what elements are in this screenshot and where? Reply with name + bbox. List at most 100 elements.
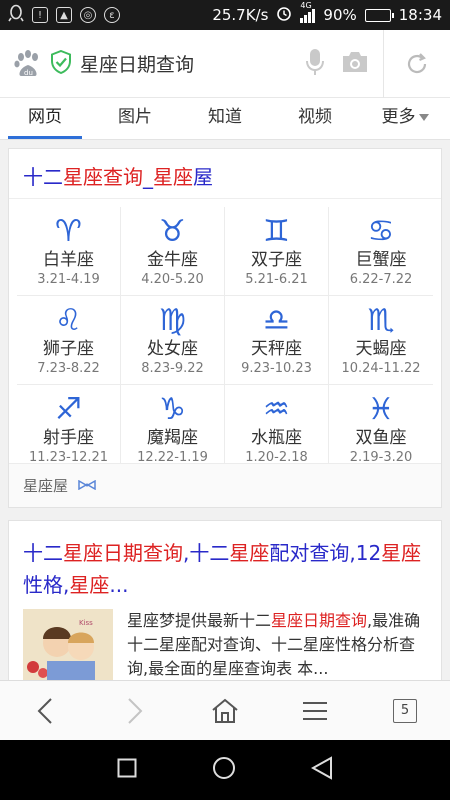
bow-tie-icon (78, 478, 96, 494)
browser-toolbar: 5 (0, 680, 450, 740)
qq-icon (8, 4, 24, 26)
tab-count: 5 (393, 698, 417, 723)
snippet-part: 星座梦提供最新十二 (127, 611, 272, 630)
title-highlight: 星座日期查询 (63, 541, 183, 565)
title-part: 屋 (193, 165, 213, 189)
source-name: 星座屋 (23, 477, 69, 495)
tab-zhidao[interactable]: 知道 (180, 98, 270, 139)
security-shield-icon (50, 49, 72, 78)
title-part: _ (143, 165, 153, 189)
zodiac-name: 天蝎座 (355, 339, 407, 359)
tab-images-label: 图片 (118, 107, 152, 127)
result-thumbnail[interactable]: Kiss (23, 609, 113, 680)
forward-button[interactable] (90, 681, 180, 741)
baidu-paw-icon[interactable]: du (12, 48, 44, 80)
result-source[interactable]: 星座屋 (9, 463, 441, 507)
result-card-zodiac: 十二星座查询_星座屋 ♈ 白羊座 3.21-4.19 ♉ 金牛座 4.20-5.20 ♊… (8, 148, 442, 508)
zodiac-name: 双鱼座 (355, 428, 407, 448)
home-button[interactable] (180, 681, 270, 741)
zodiac-name: 双子座 (251, 250, 302, 270)
result-title[interactable]: 十二星座查询_星座屋 (9, 149, 441, 199)
zodiac-cell-taurus[interactable]: ♉ 金牛座 4.20-5.20 (121, 207, 225, 296)
zodiac-grid: ♈ 白羊座 3.21-4.19 ♉ 金牛座 4.20-5.20 ♊ 双子座 5.21-6.2… (9, 199, 441, 474)
aries-icon: ♈ (55, 214, 82, 249)
zodiac-dates: 3.21-4.19 (37, 272, 100, 287)
title-highlight: 星座 (69, 573, 110, 597)
zodiac-cell-cancer[interactable]: ♋ 巨蟹座 6.22-7.22 (329, 207, 433, 296)
snippet-highlight: 星座日期查询 (271, 611, 368, 630)
zodiac-name: 魔羯座 (147, 428, 198, 448)
camera-icon[interactable] (341, 51, 369, 77)
title-part: 性格, (23, 573, 70, 597)
tab-video[interactable]: 视频 (270, 98, 360, 139)
zodiac-dates: 8.23-9.22 (141, 361, 204, 376)
title-part: 十二 (23, 541, 63, 565)
svg-text:Kiss: Kiss (79, 619, 93, 627)
refresh-button[interactable] (384, 30, 450, 98)
recent-apps-button[interactable] (117, 758, 137, 782)
zodiac-cell-capricorn[interactable]: ♑ 魔羯座 12.22-1.19 (121, 385, 225, 474)
menu-button[interactable] (270, 681, 360, 741)
zodiac-dates: 4.20-5.20 (141, 272, 204, 287)
refresh-icon (407, 52, 427, 73)
home-icon (212, 698, 238, 723)
tab-more[interactable]: 更多 (360, 98, 450, 139)
zodiac-dates: 10.24-11.22 (341, 361, 421, 376)
zodiac-dates: 6.22-7.22 (349, 272, 413, 287)
results-area: 十二星座查询_星座屋 ♈ 白羊座 3.21-4.19 ♉ 金牛座 4.20-5.20 ♊… (0, 140, 450, 680)
taurus-icon: ♉ (159, 214, 186, 249)
square-icon (117, 758, 137, 778)
zodiac-cell-virgo[interactable]: ♍ 处女座 8.23-9.22 (121, 296, 225, 385)
back-system-button[interactable] (310, 756, 333, 784)
result-body: Kiss 星座梦提供最新十二星座日期查询,最准确十二星座配对查询、十二星座性格分… (9, 601, 441, 680)
tab-images[interactable]: 图片 (90, 98, 180, 139)
back-button[interactable] (0, 681, 90, 741)
libra-icon: ♎ (263, 303, 290, 338)
tab-web[interactable]: 网页 (0, 98, 90, 139)
signal-icon: 4G (300, 1, 316, 23)
sagittarius-icon: ♐ (55, 392, 82, 427)
tabs-button[interactable]: 5 (360, 681, 450, 741)
zodiac-name: 狮子座 (43, 339, 94, 359)
network-type: 4G (300, 1, 312, 10)
zodiac-cell-aquarius[interactable]: ♒ 水瓶座 1.20-2.18 (225, 385, 329, 474)
gemini-icon: ♊ (263, 214, 290, 249)
search-header: du 星座日期查询 (0, 29, 450, 98)
forward-arrow-icon (128, 697, 143, 724)
tab-web-label: 网页 (28, 107, 62, 127)
zodiac-cell-libra[interactable]: ♎ 天秤座 9.23-10.23 (225, 296, 329, 385)
zodiac-dates: 9.23-10.23 (241, 361, 312, 376)
zodiac-cell-gemini[interactable]: ♊ 双子座 5.21-6.21 (225, 207, 329, 296)
notification-icon: ! (32, 7, 48, 23)
zodiac-name: 水瓶座 (251, 428, 302, 448)
title-part: ,十二 (183, 541, 230, 565)
home-system-button[interactable] (212, 756, 236, 784)
result-card-zodiac-dates: 十二星座日期查询,十二星座配对查询,12星座性格,星座... Kiss 星座梦提… (8, 520, 442, 680)
weibo-icon: ε (104, 7, 120, 23)
zodiac-cell-scorpio[interactable]: ♏ 天蝎座 10.24-11.22 (329, 296, 433, 385)
result-snippet: 星座梦提供最新十二星座日期查询,最准确十二星座配对查询、十二星座性格分析查询,最… (127, 609, 427, 680)
tab-more-label: 更多 (381, 107, 416, 127)
tab-video-label: 视频 (298, 107, 332, 127)
clock: 18:34 (398, 6, 442, 24)
app-icon: ◎ (80, 7, 96, 23)
title-part: 十二 (23, 165, 63, 189)
zodiac-cell-pisces[interactable]: ♓ 双鱼座 2.19-3.20 (329, 385, 433, 474)
zodiac-name: 金牛座 (147, 250, 198, 270)
search-query[interactable]: 星座日期查询 (80, 50, 194, 77)
title-part: 配对查询,12 (269, 541, 382, 565)
aquarius-icon: ♒ (263, 392, 290, 427)
dropdown-arrow-icon (418, 113, 429, 121)
battery-percent: 90% (323, 6, 357, 24)
title-highlight: 星座 (229, 541, 270, 565)
zodiac-cell-sagittarius[interactable]: ♐ 射手座 11.23-12.21 (17, 385, 121, 474)
svg-text:du: du (24, 69, 33, 77)
microphone-icon[interactable] (305, 48, 325, 80)
zodiac-cell-aries[interactable]: ♈ 白羊座 3.21-4.19 (17, 207, 121, 296)
zodiac-cell-leo[interactable]: ♌ 狮子座 7.23-8.22 (17, 296, 121, 385)
result-title[interactable]: 十二星座日期查询,十二星座配对查询,12星座性格,星座... (9, 521, 441, 601)
tab-zhidao-label: 知道 (208, 107, 242, 127)
back-arrow-icon (37, 697, 52, 724)
pisces-icon: ♓ (367, 392, 395, 427)
leo-icon: ♌ (55, 303, 82, 338)
